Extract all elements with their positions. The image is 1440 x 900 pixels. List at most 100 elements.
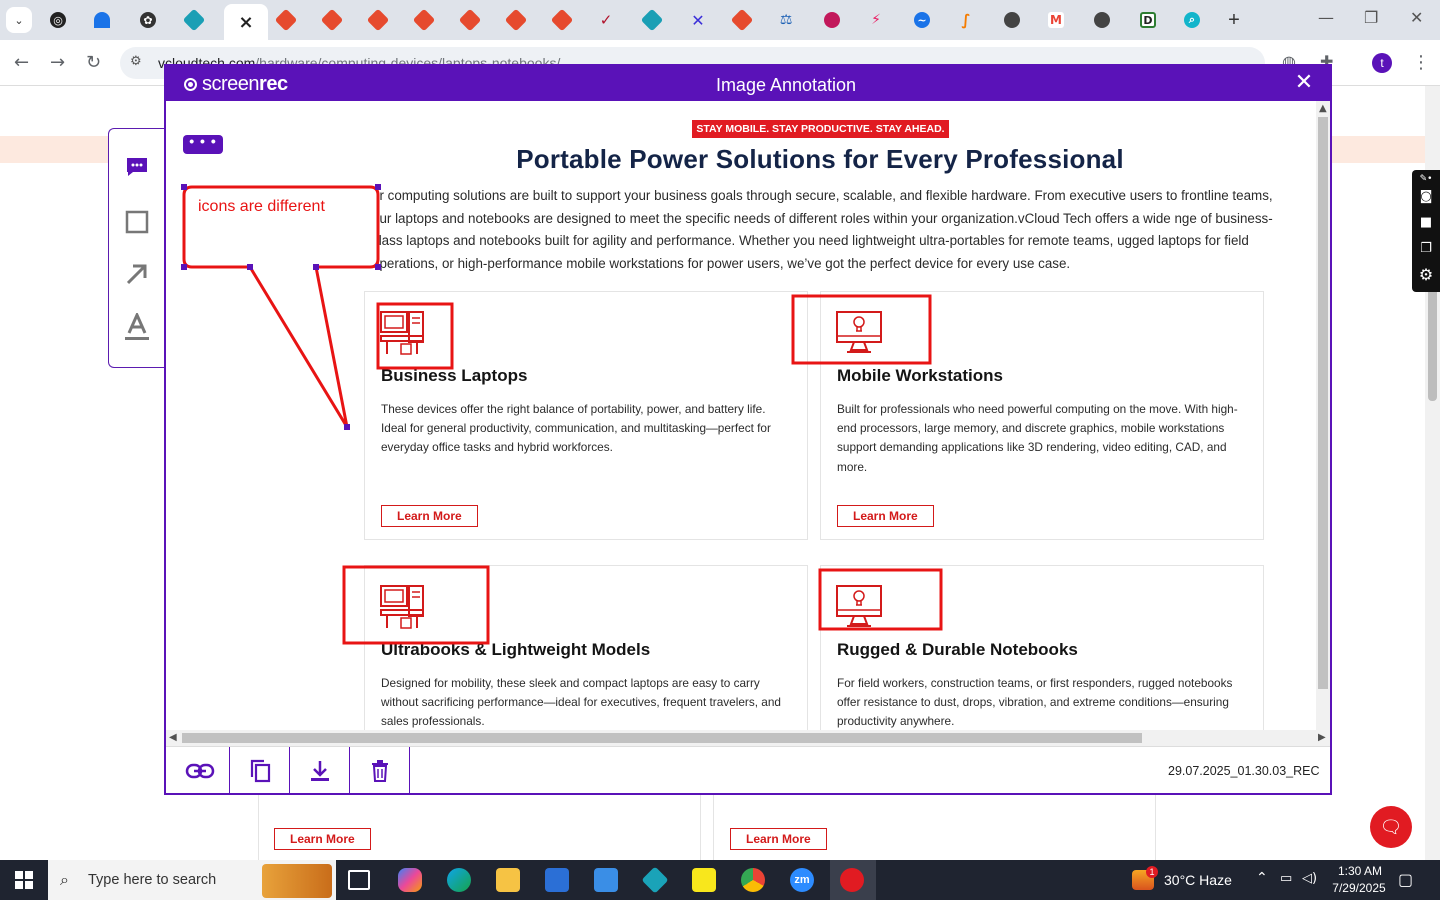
browser-tab[interactable] <box>266 6 306 34</box>
camera-icon[interactable]: ◙ <box>1418 190 1434 204</box>
horizontal-scrollbar-thumb[interactable] <box>182 733 1142 743</box>
volume-icon[interactable]: ◁) <box>1302 871 1317 886</box>
windows-taskbar: ⌕ Type here to search zm 1 30°C Haze ⌃ ▭… <box>0 860 1440 900</box>
tab-favicon-icon <box>1004 12 1020 28</box>
window-icon[interactable]: ❐ <box>1418 242 1434 256</box>
page-scrollbar-thumb[interactable] <box>1428 286 1437 401</box>
file-explorer-icon[interactable] <box>496 868 520 892</box>
clock-date[interactable]: 7/29/2025 <box>1326 881 1392 895</box>
browser-tab[interactable]: M <box>1036 6 1076 34</box>
chrome-icon[interactable] <box>741 868 765 892</box>
start-button[interactable] <box>0 860 48 900</box>
card-title: Rugged & Durable Notebooks <box>837 640 1078 659</box>
learn-more-button[interactable]: Learn More <box>381 505 478 527</box>
chat-widget-button[interactable]: 🗨 <box>1370 806 1412 848</box>
callout-bubble[interactable] <box>181 184 381 430</box>
sticky-notes-icon[interactable] <box>692 868 716 892</box>
network-icon[interactable]: ▭ <box>1280 871 1292 886</box>
browser-tab[interactable]: ✓ <box>586 6 626 34</box>
options-menu-button[interactable]: • • • <box>183 134 223 154</box>
clock-time[interactable]: 1:30 AM <box>1330 864 1390 878</box>
browser-tab[interactable]: ~ <box>902 6 942 34</box>
video-icon[interactable]: ■ <box>1418 216 1434 230</box>
browser-tab[interactable] <box>542 6 582 34</box>
annotation-canvas[interactable]: • • • STAY MOBILE. STAY PRODUCTIVE. STAY… <box>166 101 1316 730</box>
rectangle-tool-button[interactable] <box>123 208 151 236</box>
browser-tab[interactable] <box>82 6 122 34</box>
copy-image-button[interactable] <box>230 747 290 794</box>
window-close-icon[interactable]: ✕ <box>1410 8 1423 27</box>
browser-tab[interactable] <box>174 6 214 34</box>
scroll-left-arrow-icon[interactable]: ◀ <box>169 732 177 743</box>
settings-gear-icon[interactable]: ⚙ <box>1418 267 1434 283</box>
copilot-icon[interactable] <box>398 868 422 892</box>
browser-tab[interactable] <box>450 6 490 34</box>
notifications-icon[interactable]: ▢ <box>1398 870 1413 889</box>
reload-icon[interactable]: ↻ <box>86 52 101 73</box>
browser-tab[interactable] <box>404 6 444 34</box>
text-tool-button[interactable] <box>123 313 151 341</box>
back-icon[interactable]: ← <box>14 52 29 73</box>
copy-icon <box>250 759 270 782</box>
browser-tab[interactable] <box>992 6 1032 34</box>
browser-tab[interactable] <box>312 6 352 34</box>
browser-tab[interactable] <box>496 6 536 34</box>
copy-link-button[interactable] <box>170 747 230 794</box>
microsoft-store-icon[interactable] <box>545 868 569 892</box>
new-tab-button[interactable]: + <box>1214 6 1254 34</box>
tab-favicon-icon <box>1094 12 1110 28</box>
tab-favicon-icon <box>412 8 436 32</box>
tab-close-icon[interactable]: × <box>238 12 253 33</box>
forward-icon[interactable]: → <box>50 52 65 73</box>
learn-more-button[interactable]: Learn More <box>837 505 934 527</box>
modal-title: Image Annotation <box>715 75 857 95</box>
browser-tab[interactable]: ✿ <box>128 6 168 34</box>
minimize-icon[interactable]: — <box>1318 8 1334 27</box>
browser-tab[interactable] <box>812 6 852 34</box>
canvas-horizontal-scrollbar[interactable]: ◀ ▶ <box>166 730 1330 746</box>
browser-tab[interactable] <box>1082 6 1122 34</box>
menu-kebab-icon[interactable]: ⋮ <box>1412 52 1430 73</box>
mail-icon[interactable] <box>594 868 618 892</box>
product-card: Mobile Workstations Built for profession… <box>820 291 1264 540</box>
scroll-up-arrow-icon[interactable]: ▲ <box>1319 103 1327 114</box>
browser-tab[interactable]: ◎ <box>38 6 78 34</box>
background-learn-more-button[interactable]: Learn More <box>730 828 827 850</box>
annotation-toolbar <box>108 128 166 368</box>
screenrec-taskbar-icon[interactable] <box>840 868 864 892</box>
arrow-tool-button[interactable] <box>123 260 151 288</box>
download-button[interactable] <box>290 747 350 794</box>
card-title: Mobile Workstations <box>837 366 1003 385</box>
browser-tab[interactable] <box>632 6 672 34</box>
tab-favicon-icon: ⌕ <box>1184 12 1200 28</box>
browser-tab[interactable]: ⚡ <box>856 6 896 34</box>
browser-tab[interactable]: ∫ <box>946 6 986 34</box>
app-icon[interactable] <box>641 866 669 894</box>
browser-tab[interactable]: ⚖ <box>766 6 806 34</box>
task-view-icon[interactable] <box>348 870 370 890</box>
scroll-right-arrow-icon[interactable]: ▶ <box>1318 732 1326 743</box>
site-info-icon[interactable]: ⚙ <box>130 54 142 69</box>
browser-tab[interactable]: ⌕ <box>1172 6 1212 34</box>
browser-tab[interactable]: ✕ <box>678 6 718 34</box>
comment-tool-button[interactable] <box>123 153 151 181</box>
browser-tab[interactable]: D <box>1128 6 1168 34</box>
profile-avatar[interactable]: t <box>1372 53 1392 73</box>
pin-icon[interactable]: ✎• <box>1418 172 1434 186</box>
browser-tab[interactable] <box>358 6 398 34</box>
zoom-icon[interactable]: zm <box>790 868 814 892</box>
background-learn-more-button[interactable]: Learn More <box>274 828 371 850</box>
vertical-scrollbar-thumb[interactable] <box>1318 117 1328 689</box>
taskbar-search-box[interactable]: ⌕ Type here to search <box>48 860 336 900</box>
edge-icon[interactable] <box>447 868 471 892</box>
weather-text[interactable]: 30°C Haze <box>1164 872 1232 888</box>
delete-button[interactable] <box>350 747 410 794</box>
restore-icon[interactable]: ❐ <box>1364 8 1378 27</box>
modal-close-button[interactable]: ✕ <box>1292 71 1316 95</box>
chevron-up-icon[interactable]: ⌃ <box>1256 870 1268 886</box>
browser-tab[interactable] <box>722 6 762 34</box>
browser-tab-active[interactable]: × <box>224 4 268 40</box>
canvas-vertical-scrollbar[interactable]: ▲ <box>1316 101 1330 730</box>
callout-text[interactable]: icons are different <box>198 198 325 216</box>
tab-search-dropdown[interactable]: ⌄ <box>0 6 38 34</box>
